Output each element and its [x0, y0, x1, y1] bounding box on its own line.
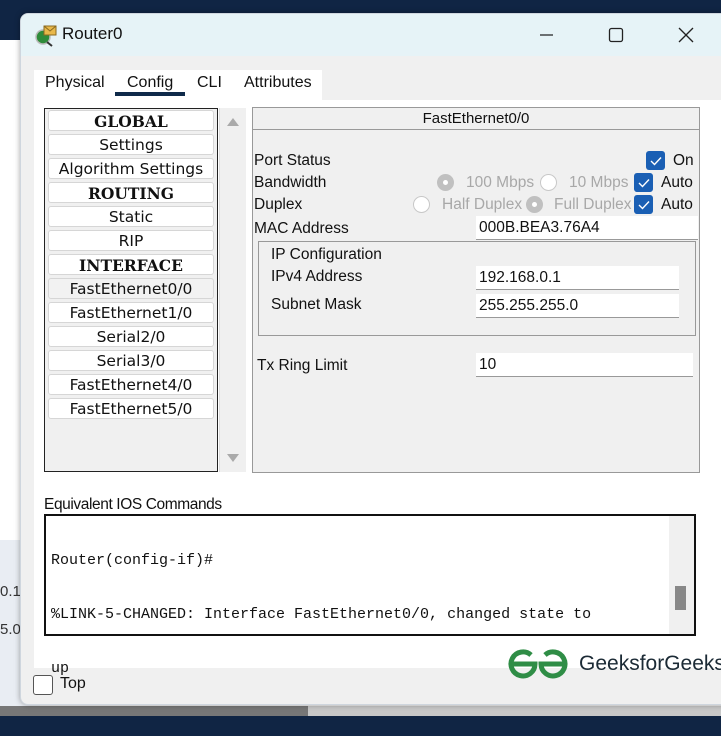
- tab-config[interactable]: Config: [127, 74, 173, 92]
- ios-line: %LINK-5-CHANGED: Interface FastEthernet0…: [51, 606, 592, 623]
- bandwidth-auto-checkbox[interactable]: [634, 173, 653, 192]
- tx-ring-limit-label: Tx Ring Limit: [257, 357, 348, 374]
- minimize-icon: [540, 34, 553, 36]
- ipv4-address-label: IPv4 Address: [271, 268, 363, 285]
- bandwidth-100-radio[interactable]: [437, 174, 454, 191]
- gfg-logo-icon: [508, 649, 568, 679]
- nav-header-routing[interactable]: ROUTING: [48, 182, 214, 203]
- background-scrollbar: [0, 706, 308, 716]
- router-app-icon: [35, 25, 57, 47]
- maximize-button[interactable]: [596, 20, 636, 50]
- watermark-text: GeeksforGeeks: [579, 652, 721, 675]
- nav-header-interface[interactable]: INTERFACE: [48, 254, 214, 275]
- bandwidth-auto-label: Auto: [661, 174, 693, 191]
- ios-scrollbar-thumb[interactable]: [675, 586, 686, 610]
- half-duplex-label: Half Duplex: [442, 196, 523, 213]
- background-text: 5.0: [0, 621, 21, 638]
- close-button[interactable]: [666, 20, 706, 50]
- selected-tab-indicator: [115, 92, 185, 96]
- duplex-auto-checkbox[interactable]: [634, 195, 653, 214]
- full-duplex-label: Full Duplex: [554, 196, 632, 213]
- nav-item-algorithm-settings[interactable]: Algorithm Settings: [48, 158, 214, 179]
- nav-item-rip[interactable]: RIP: [48, 230, 214, 251]
- full-duplex-radio[interactable]: [526, 196, 543, 213]
- watermark: GeeksforGeeks: [507, 648, 721, 680]
- bandwidth-10-label: 10 Mbps: [569, 174, 629, 191]
- taskbar: [0, 716, 721, 736]
- tab-physical[interactable]: Physical: [45, 74, 105, 92]
- ip-configuration-group: IP Configuration IPv4 Address 192.168.0.…: [258, 241, 696, 336]
- checkmark-icon: [638, 200, 650, 210]
- nav-item-fastethernet5-0[interactable]: FastEthernet5/0: [48, 398, 214, 419]
- nav-item-serial3-0[interactable]: Serial3/0: [48, 350, 214, 371]
- ipv4-address-field[interactable]: 192.168.0.1: [476, 266, 679, 290]
- maximize-icon: [608, 27, 624, 43]
- ios-commands-output[interactable]: Router(config-if)# %LINK-5-CHANGED: Inte…: [44, 514, 696, 677]
- nav-item-serial2-0[interactable]: Serial2/0: [48, 326, 214, 347]
- nav-header-global[interactable]: GLOBAL: [48, 110, 214, 131]
- half-duplex-radio[interactable]: [413, 196, 430, 213]
- ios-commands-label: Equivalent IOS Commands: [44, 496, 222, 513]
- checkmark-icon: [638, 178, 650, 188]
- nav-item-settings[interactable]: Settings: [48, 134, 214, 155]
- port-status-label: Port Status: [254, 152, 331, 169]
- config-nav-list: GLOBAL Settings Algorithm Settings ROUTI…: [44, 108, 218, 472]
- window-title: Router0: [62, 24, 123, 43]
- background-text: 0.1: [0, 583, 21, 600]
- interface-panel: FastEthernet0/0 Port Status On Bandwidth…: [252, 107, 700, 473]
- tab-cli[interactable]: CLI: [197, 74, 222, 92]
- duplex-label: Duplex: [254, 196, 303, 213]
- checkmark-icon: [650, 156, 662, 166]
- background-scrollbar-track: [308, 706, 721, 716]
- ios-line: Router(config-if)#: [51, 552, 214, 569]
- tx-ring-limit-field[interactable]: 10: [476, 353, 693, 377]
- mac-address-label: MAC Address: [254, 220, 349, 237]
- minimize-button[interactable]: [526, 20, 566, 50]
- close-icon: [678, 27, 694, 43]
- interface-title: FastEthernet0/0: [253, 108, 699, 130]
- top-checkbox[interactable]: [33, 675, 53, 695]
- ip-configuration-title: IP Configuration: [271, 246, 382, 263]
- bandwidth-10-radio[interactable]: [540, 174, 557, 191]
- port-status-on-label: On: [673, 152, 694, 169]
- scroll-up-icon[interactable]: [227, 118, 239, 126]
- nav-item-fastethernet4-0[interactable]: FastEthernet4/0: [48, 374, 214, 395]
- nav-item-fastethernet1-0[interactable]: FastEthernet1/0: [48, 302, 214, 323]
- top-checkbox-label: Top: [60, 675, 86, 692]
- port-status-checkbox[interactable]: [646, 151, 665, 170]
- title-bar[interactable]: Router0: [21, 14, 721, 56]
- bandwidth-100-label: 100 Mbps: [466, 174, 535, 191]
- nav-item-fastethernet0-0[interactable]: FastEthernet0/0: [48, 278, 214, 299]
- tab-attributes[interactable]: Attributes: [244, 74, 312, 92]
- subnet-mask-field[interactable]: 255.255.255.0: [476, 294, 679, 318]
- scroll-down-icon[interactable]: [227, 454, 239, 462]
- subnet-mask-label: Subnet Mask: [271, 296, 362, 313]
- router-config-window: Router0 Physical Config CLI Attributes G…: [20, 13, 721, 705]
- nav-scrollbar[interactable]: [219, 108, 246, 472]
- nav-item-static[interactable]: Static: [48, 206, 214, 227]
- ios-scrollbar[interactable]: [669, 516, 694, 634]
- mac-address-field[interactable]: 000B.BEA3.76A4: [476, 216, 698, 240]
- duplex-auto-label: Auto: [661, 196, 693, 213]
- bandwidth-label: Bandwidth: [254, 174, 327, 191]
